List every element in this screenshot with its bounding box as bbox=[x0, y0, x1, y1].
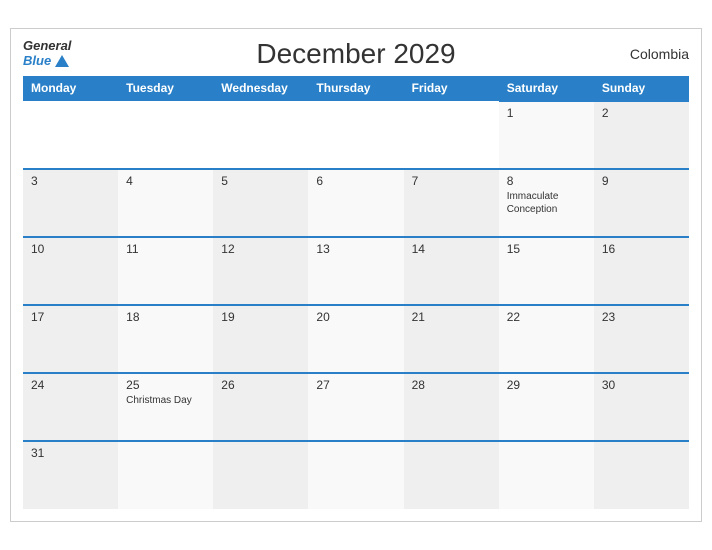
day-number: 31 bbox=[31, 446, 110, 460]
day-number: 21 bbox=[412, 310, 491, 324]
calendar-week-row: 31 bbox=[23, 441, 689, 509]
day-number: 13 bbox=[316, 242, 395, 256]
calendar-cell: 21 bbox=[404, 305, 499, 373]
calendar-cell: 13 bbox=[308, 237, 403, 305]
calendar-cell: 24 bbox=[23, 373, 118, 441]
calendar-cell: 5 bbox=[213, 169, 308, 237]
day-number: 15 bbox=[507, 242, 586, 256]
calendar-cell: 20 bbox=[308, 305, 403, 373]
holiday-label: Immaculate Conception bbox=[507, 190, 586, 216]
day-number: 3 bbox=[31, 174, 110, 188]
day-number: 4 bbox=[126, 174, 205, 188]
day-number: 6 bbox=[316, 174, 395, 188]
calendar-week-row: 24 25 Christmas Day 26 27 28 29 30 bbox=[23, 373, 689, 441]
calendar-cell: 1 bbox=[499, 101, 594, 169]
day-number: 23 bbox=[602, 310, 681, 324]
calendar-cell: 6 bbox=[308, 169, 403, 237]
header-thursday: Thursday bbox=[308, 76, 403, 101]
calendar-cell: 4 bbox=[118, 169, 213, 237]
calendar-cell bbox=[404, 441, 499, 509]
calendar-cell: 7 bbox=[404, 169, 499, 237]
calendar-cell: 22 bbox=[499, 305, 594, 373]
header-friday: Friday bbox=[404, 76, 499, 101]
day-number: 16 bbox=[602, 242, 681, 256]
day-number: 29 bbox=[507, 378, 586, 392]
calendar-cell bbox=[23, 101, 118, 169]
day-number: 11 bbox=[126, 242, 205, 256]
calendar-cell: 25 Christmas Day bbox=[118, 373, 213, 441]
calendar-cell bbox=[308, 441, 403, 509]
calendar-cell: 16 bbox=[594, 237, 689, 305]
day-number: 14 bbox=[412, 242, 491, 256]
calendar-cell: 14 bbox=[404, 237, 499, 305]
calendar-cell: 19 bbox=[213, 305, 308, 373]
header-saturday: Saturday bbox=[499, 76, 594, 101]
calendar-cell: 2 bbox=[594, 101, 689, 169]
day-number: 22 bbox=[507, 310, 586, 324]
holiday-label: Christmas Day bbox=[126, 394, 205, 407]
calendar-cell bbox=[213, 101, 308, 169]
day-number: 18 bbox=[126, 310, 205, 324]
calendar-cell: 23 bbox=[594, 305, 689, 373]
day-number: 17 bbox=[31, 310, 110, 324]
day-number: 20 bbox=[316, 310, 395, 324]
weekday-header-row: Monday Tuesday Wednesday Thursday Friday… bbox=[23, 76, 689, 101]
day-number: 24 bbox=[31, 378, 110, 392]
header-sunday: Sunday bbox=[594, 76, 689, 101]
day-number: 1 bbox=[507, 106, 586, 120]
day-number: 7 bbox=[412, 174, 491, 188]
calendar-cell: 11 bbox=[118, 237, 213, 305]
calendar-cell: 26 bbox=[213, 373, 308, 441]
calendar-week-row: 10 11 12 13 14 15 16 bbox=[23, 237, 689, 305]
calendar-week-row: 12 bbox=[23, 101, 689, 169]
calendar-cell: 27 bbox=[308, 373, 403, 441]
day-number: 30 bbox=[602, 378, 681, 392]
calendar-week-row: 3 4 5 6 7 8 Immaculate Conception 9 bbox=[23, 169, 689, 237]
calendar-cell bbox=[499, 441, 594, 509]
calendar-week-row: 17 18 19 20 21 22 23 bbox=[23, 305, 689, 373]
calendar-cell: 18 bbox=[118, 305, 213, 373]
logo-triangle-icon bbox=[55, 55, 69, 67]
calendar-cell: 9 bbox=[594, 169, 689, 237]
calendar-cell bbox=[594, 441, 689, 509]
header-tuesday: Tuesday bbox=[118, 76, 213, 101]
calendar-cell: 31 bbox=[23, 441, 118, 509]
header-wednesday: Wednesday bbox=[213, 76, 308, 101]
calendar-cell: 30 bbox=[594, 373, 689, 441]
logo-blue-text: Blue bbox=[23, 54, 69, 68]
day-number: 19 bbox=[221, 310, 300, 324]
calendar-header: General Blue December 2029 Colombia bbox=[23, 39, 689, 68]
calendar-cell bbox=[118, 441, 213, 509]
calendar-cell: 28 bbox=[404, 373, 499, 441]
calendar-cell: 12 bbox=[213, 237, 308, 305]
day-number: 12 bbox=[221, 242, 300, 256]
logo: General Blue bbox=[23, 39, 71, 68]
calendar-title: December 2029 bbox=[256, 38, 455, 70]
day-number: 26 bbox=[221, 378, 300, 392]
calendar-cell bbox=[404, 101, 499, 169]
calendar-cell: 15 bbox=[499, 237, 594, 305]
calendar-table: Monday Tuesday Wednesday Thursday Friday… bbox=[23, 76, 689, 509]
calendar-cell: 10 bbox=[23, 237, 118, 305]
calendar-cell bbox=[118, 101, 213, 169]
calendar-cell bbox=[213, 441, 308, 509]
calendar-cell: 3 bbox=[23, 169, 118, 237]
day-number: 27 bbox=[316, 378, 395, 392]
calendar-cell: 29 bbox=[499, 373, 594, 441]
day-number: 5 bbox=[221, 174, 300, 188]
day-number: 2 bbox=[602, 106, 681, 120]
country-label: Colombia bbox=[630, 46, 689, 62]
day-number: 9 bbox=[602, 174, 681, 188]
calendar-cell: 8 Immaculate Conception bbox=[499, 169, 594, 237]
logo-general-text: General bbox=[23, 39, 71, 53]
calendar-container: General Blue December 2029 Colombia Mond… bbox=[10, 28, 702, 522]
day-number: 25 bbox=[126, 378, 205, 392]
calendar-cell: 17 bbox=[23, 305, 118, 373]
header-monday: Monday bbox=[23, 76, 118, 101]
day-number: 8 bbox=[507, 174, 586, 188]
day-number: 10 bbox=[31, 242, 110, 256]
calendar-cell bbox=[308, 101, 403, 169]
day-number: 28 bbox=[412, 378, 491, 392]
